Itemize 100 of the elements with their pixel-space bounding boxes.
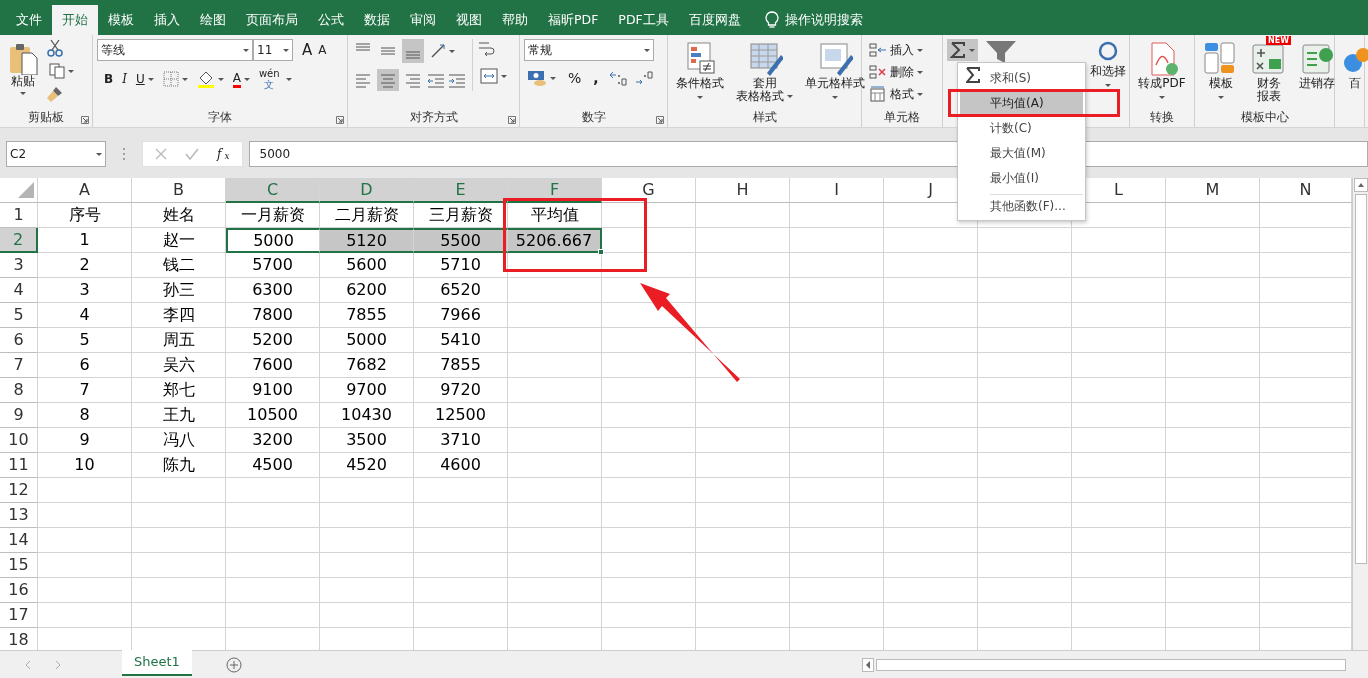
comma-button[interactable]: ,: [590, 67, 602, 89]
launcher-icon[interactable]: [336, 116, 344, 124]
ribbon-tab[interactable]: 绘图: [190, 5, 236, 35]
grow-font-button[interactable]: A: [299, 39, 316, 61]
row-header[interactable]: 3: [0, 253, 38, 278]
row-header[interactable]: 5: [0, 303, 38, 328]
number-format-field[interactable]: 常规: [524, 39, 654, 61]
delete-button[interactable]: 删除: [866, 61, 926, 83]
prev-sheet-icon[interactable]: [24, 659, 32, 670]
row-header[interactable]: 12: [0, 478, 38, 503]
ribbon-tab[interactable]: 插入: [144, 5, 190, 35]
ribbon-tab[interactable]: 模板: [98, 5, 144, 35]
row-header[interactable]: 10: [0, 428, 38, 453]
select-all-icon[interactable]: [17, 182, 34, 198]
row-header[interactable]: 8: [0, 378, 38, 403]
brush-icon[interactable]: [46, 85, 64, 103]
copy-button[interactable]: [46, 60, 77, 82]
ribbon-tab[interactable]: 公式: [308, 5, 354, 35]
insert-button[interactable]: 插入: [866, 39, 926, 61]
menu-item[interactable]: 计数(C): [960, 115, 1083, 140]
bottom-align-button[interactable]: [402, 39, 424, 63]
ribbon-tab[interactable]: 数据: [354, 5, 400, 35]
column-header[interactable]: I: [790, 178, 884, 203]
ribbon-tab[interactable]: 文件: [6, 5, 52, 35]
center-align-button[interactable]: [377, 69, 399, 91]
row-header[interactable]: 11: [0, 453, 38, 478]
ribbon-tab[interactable]: 开始: [52, 5, 98, 35]
ribbon-button[interactable]: 套用 表格格式: [732, 39, 797, 105]
outdent-icon[interactable]: [427, 71, 445, 89]
wrap-text-icon[interactable]: [477, 39, 495, 59]
increase-decimal-icon[interactable]: [607, 70, 628, 86]
format-button[interactable]: 格式: [866, 83, 926, 105]
row-header[interactable]: 15: [0, 553, 38, 578]
ribbon-tab[interactable]: PDF工具: [608, 5, 679, 35]
font-name-field[interactable]: 等线: [97, 39, 253, 61]
scroll-up-icon[interactable]: [1353, 178, 1368, 192]
column-header[interactable]: N: [1260, 178, 1352, 203]
ribbon-button[interactable]: 转成PDF: [1134, 39, 1190, 101]
percent-button[interactable]: %: [565, 67, 585, 89]
row-header[interactable]: 9: [0, 403, 38, 428]
launcher-icon[interactable]: [508, 116, 516, 124]
launcher-icon[interactable]: [81, 116, 89, 124]
cancel-icon[interactable]: [155, 148, 167, 160]
scrollbar-thumb[interactable]: [1354, 194, 1367, 564]
row-header[interactable]: 13: [0, 503, 38, 528]
row-header[interactable]: 2: [0, 228, 38, 253]
column-header[interactable]: G: [602, 178, 696, 203]
fill-handle[interactable]: [598, 249, 604, 255]
column-header[interactable]: B: [132, 178, 226, 203]
row-header[interactable]: 14: [0, 528, 38, 553]
insert-function-button[interactable]: f$_{x}$: [217, 143, 230, 165]
row-header[interactable]: 6: [0, 328, 38, 353]
ribbon-tab[interactable]: 视图: [446, 5, 492, 35]
phonetic-button[interactable]: wén 文: [255, 67, 283, 91]
launcher-icon[interactable]: [656, 116, 664, 124]
search-hint[interactable]: 操作说明搜索: [784, 10, 863, 30]
ribbon-button[interactable]: 条件格式: [672, 39, 728, 101]
name-box[interactable]: C2: [6, 141, 106, 167]
column-header[interactable]: H: [696, 178, 790, 203]
column-header[interactable]: M: [1166, 178, 1260, 203]
ribbon-tab[interactable]: 页面布局: [236, 5, 308, 35]
ribbon-tab[interactable]: 福昕PDF: [538, 5, 609, 35]
underline-button[interactable]: U: [132, 68, 157, 90]
ribbon-tab[interactable]: 帮助: [492, 5, 538, 35]
row-header[interactable]: 16: [0, 578, 38, 603]
sheet-tab[interactable]: Sheet1: [122, 650, 192, 676]
row-header[interactable]: 17: [0, 603, 38, 628]
autosum-button[interactable]: [947, 39, 978, 61]
ribbon-button[interactable]: 进销存: [1295, 39, 1339, 92]
merge-button[interactable]: [477, 65, 510, 87]
column-header[interactable]: E: [414, 178, 508, 203]
indent-icon[interactable]: [448, 71, 466, 89]
ribbon-tab[interactable]: 审阅: [400, 5, 446, 35]
row-header[interactable]: 7: [0, 353, 38, 378]
shrink-font-button[interactable]: A: [315, 39, 330, 61]
scroll-left-icon[interactable]: [861, 657, 874, 672]
scissors-icon[interactable]: [46, 39, 64, 57]
column-header[interactable]: A: [38, 178, 132, 203]
scrollbar-thumb[interactable]: [875, 658, 1346, 671]
next-sheet-icon[interactable]: [54, 659, 62, 670]
row-header[interactable]: 1: [0, 203, 38, 228]
column-header[interactable]: D: [320, 178, 414, 203]
menu-item[interactable]: 求和(S): [960, 65, 1083, 90]
check-icon[interactable]: [185, 148, 199, 160]
add-sheet-icon[interactable]: [225, 656, 242, 673]
bold-button[interactable]: B: [101, 68, 117, 90]
decrease-decimal-icon[interactable]: [633, 70, 654, 86]
ribbon-tab[interactable]: 百度网盘: [678, 5, 751, 35]
ribbon-button[interactable]: 百: [1337, 39, 1368, 92]
ribbon-button[interactable]: 模板: [1199, 39, 1243, 101]
italic-button[interactable]: I: [119, 68, 130, 90]
font-color-button[interactable]: A: [229, 68, 253, 90]
ribbon-button[interactable]: 单元格样式: [801, 39, 869, 101]
row-header[interactable]: 4: [0, 278, 38, 303]
menu-item[interactable]: 最大值(M): [960, 140, 1083, 165]
column-header[interactable]: C: [226, 178, 320, 203]
lightbulb-icon[interactable]: [764, 11, 779, 29]
find-select-button[interactable]: 和选择: [1086, 39, 1130, 89]
paste-button[interactable]: 粘贴: [4, 39, 42, 97]
font-size-field[interactable]: 11: [253, 39, 293, 61]
